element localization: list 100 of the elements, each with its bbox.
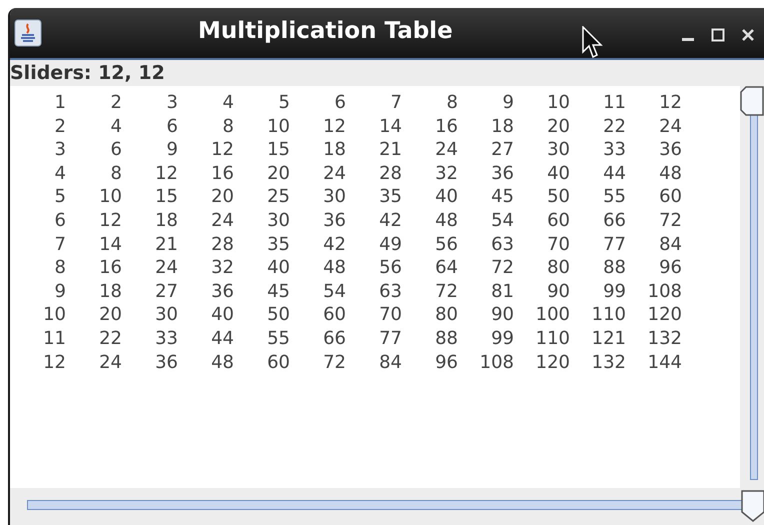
table-cell-text: 77 bbox=[602, 232, 626, 256]
table-cell-text: 63 bbox=[490, 232, 514, 256]
table-cell-text: 48 bbox=[210, 350, 234, 374]
table-cell-text: 28 bbox=[210, 232, 234, 256]
table-cell-text: 28 bbox=[378, 162, 402, 186]
table-cell-text: 108 bbox=[646, 280, 682, 304]
table-cell-text: 60 bbox=[322, 303, 346, 327]
table-cell-text: 121 bbox=[590, 326, 626, 351]
table-cell-text: 36 bbox=[210, 280, 234, 304]
table-cell-text: 45 bbox=[266, 280, 290, 304]
table-cell-text: 132 bbox=[590, 350, 626, 374]
table-cell-text: 49 bbox=[378, 232, 402, 256]
table-cell-text: 8 bbox=[222, 114, 234, 138]
table-cell-text: 48 bbox=[658, 162, 682, 186]
table-cell-text: 14 bbox=[98, 232, 122, 256]
table-cell-text: 8 bbox=[110, 162, 122, 186]
table-cell-text: 55 bbox=[266, 326, 290, 351]
table-cell-text: 44 bbox=[602, 162, 626, 186]
table-cell-text: 54 bbox=[322, 280, 346, 304]
table-cell-text: 60 bbox=[658, 185, 682, 209]
table-cell-text: 15 bbox=[266, 138, 290, 162]
table-cell-text: 10 bbox=[266, 114, 290, 138]
table-cell-text: 3 bbox=[166, 91, 178, 115]
table-cell-text: 70 bbox=[378, 303, 402, 327]
table-cell-text: 4 bbox=[54, 162, 66, 186]
table-cell-text: 16 bbox=[210, 162, 234, 186]
table-cell-text: 6 bbox=[54, 208, 66, 233]
table-cell-text: 6 bbox=[110, 138, 122, 162]
table-cell-text: 40 bbox=[434, 185, 458, 209]
table-cell-text: 5 bbox=[54, 185, 66, 209]
table-cell-text: 64 bbox=[434, 256, 458, 280]
table-cell-text: 6 bbox=[334, 91, 346, 115]
table-cell-text: 20 bbox=[546, 114, 570, 138]
table-cell-text: 96 bbox=[434, 350, 458, 374]
table-cell-text: 24 bbox=[658, 114, 682, 138]
maximize-icon[interactable] bbox=[710, 27, 726, 43]
table-cell-text: 42 bbox=[378, 208, 402, 233]
table-cell-text: 21 bbox=[378, 138, 402, 162]
table-cell-text: 70 bbox=[546, 232, 570, 256]
table-cell-text: 24 bbox=[98, 350, 122, 374]
table-cell-text: 60 bbox=[266, 350, 290, 374]
table-cell-text: 2 bbox=[54, 114, 66, 138]
close-icon[interactable] bbox=[740, 27, 756, 43]
table-cell-text: 72 bbox=[322, 350, 346, 374]
table-cell-text: 84 bbox=[378, 350, 402, 374]
table-cell-text: 80 bbox=[546, 256, 570, 280]
table-cell-text: 120 bbox=[646, 303, 682, 327]
table-cell-text: 20 bbox=[266, 162, 290, 186]
table-cell-text: 50 bbox=[266, 303, 290, 327]
table-cell-text: 99 bbox=[602, 280, 626, 304]
table-cell-text: 35 bbox=[266, 232, 290, 256]
table-cell-text: 12 bbox=[210, 138, 234, 162]
table-cell-text: 8 bbox=[54, 256, 66, 280]
table-cell-text: 96 bbox=[658, 256, 682, 280]
table-cell-text: 15 bbox=[154, 185, 178, 209]
table-cell-text: 72 bbox=[658, 208, 682, 233]
table-cell-text: 56 bbox=[378, 256, 402, 280]
table-cell-text: 11 bbox=[42, 326, 66, 351]
table-cell-text: 24 bbox=[154, 256, 178, 280]
table-cell-text: 4 bbox=[222, 91, 234, 115]
table-cell-text: 7 bbox=[54, 232, 66, 256]
table-cell-text: 60 bbox=[546, 208, 570, 233]
table-cell-text: 12 bbox=[42, 350, 66, 374]
table-cell-text: 40 bbox=[210, 303, 234, 327]
table-cell-text: 99 bbox=[490, 326, 514, 351]
table-cell-text: 5 bbox=[278, 91, 290, 115]
table-cell-text: 72 bbox=[434, 280, 458, 304]
table-cell-text: 20 bbox=[98, 303, 122, 327]
table-cell-text: 33 bbox=[154, 326, 178, 351]
table-cell-text: 63 bbox=[378, 280, 402, 304]
table-cell-text: 16 bbox=[98, 256, 122, 280]
table-cell-text: 6 bbox=[166, 114, 178, 138]
table-cell-text: 25 bbox=[266, 185, 290, 209]
sliders-label: Sliders: 12, 12 bbox=[10, 62, 165, 84]
table-cell-text: 66 bbox=[322, 326, 346, 351]
table-cell-text: 84 bbox=[658, 232, 682, 256]
table-cell-text: 20 bbox=[210, 185, 234, 209]
table-cell-text: 45 bbox=[490, 185, 514, 209]
table-cell-text: 22 bbox=[602, 114, 626, 138]
table-cell-text: 36 bbox=[154, 350, 178, 374]
table-cell-text: 50 bbox=[546, 185, 570, 209]
table-cell-text: 48 bbox=[434, 208, 458, 233]
table-cell-text: 132 bbox=[646, 326, 682, 351]
table-cell-text: 56 bbox=[434, 232, 458, 256]
table-cell-text: 48 bbox=[322, 256, 346, 280]
table-cell-text: 32 bbox=[434, 162, 458, 186]
table-cell-text: 7 bbox=[390, 91, 402, 115]
table-cell-text: 12 bbox=[154, 162, 178, 186]
slider-thumb[interactable] bbox=[741, 490, 764, 522]
table-cell-text: 9 bbox=[502, 91, 514, 115]
table-cell-text: 8 bbox=[446, 91, 458, 115]
table-cell-text: 90 bbox=[490, 303, 514, 327]
table-cell-text: 80 bbox=[434, 303, 458, 327]
table-cell-text: 11 bbox=[602, 91, 626, 115]
table-cell-text: 120 bbox=[534, 350, 570, 374]
mouse-pointer-icon bbox=[582, 26, 604, 60]
table-cell-text: 40 bbox=[266, 256, 290, 280]
table-cell-text: 90 bbox=[546, 280, 570, 304]
table-cell-text: 36 bbox=[490, 162, 514, 186]
table-cell-text: 12 bbox=[322, 114, 346, 138]
